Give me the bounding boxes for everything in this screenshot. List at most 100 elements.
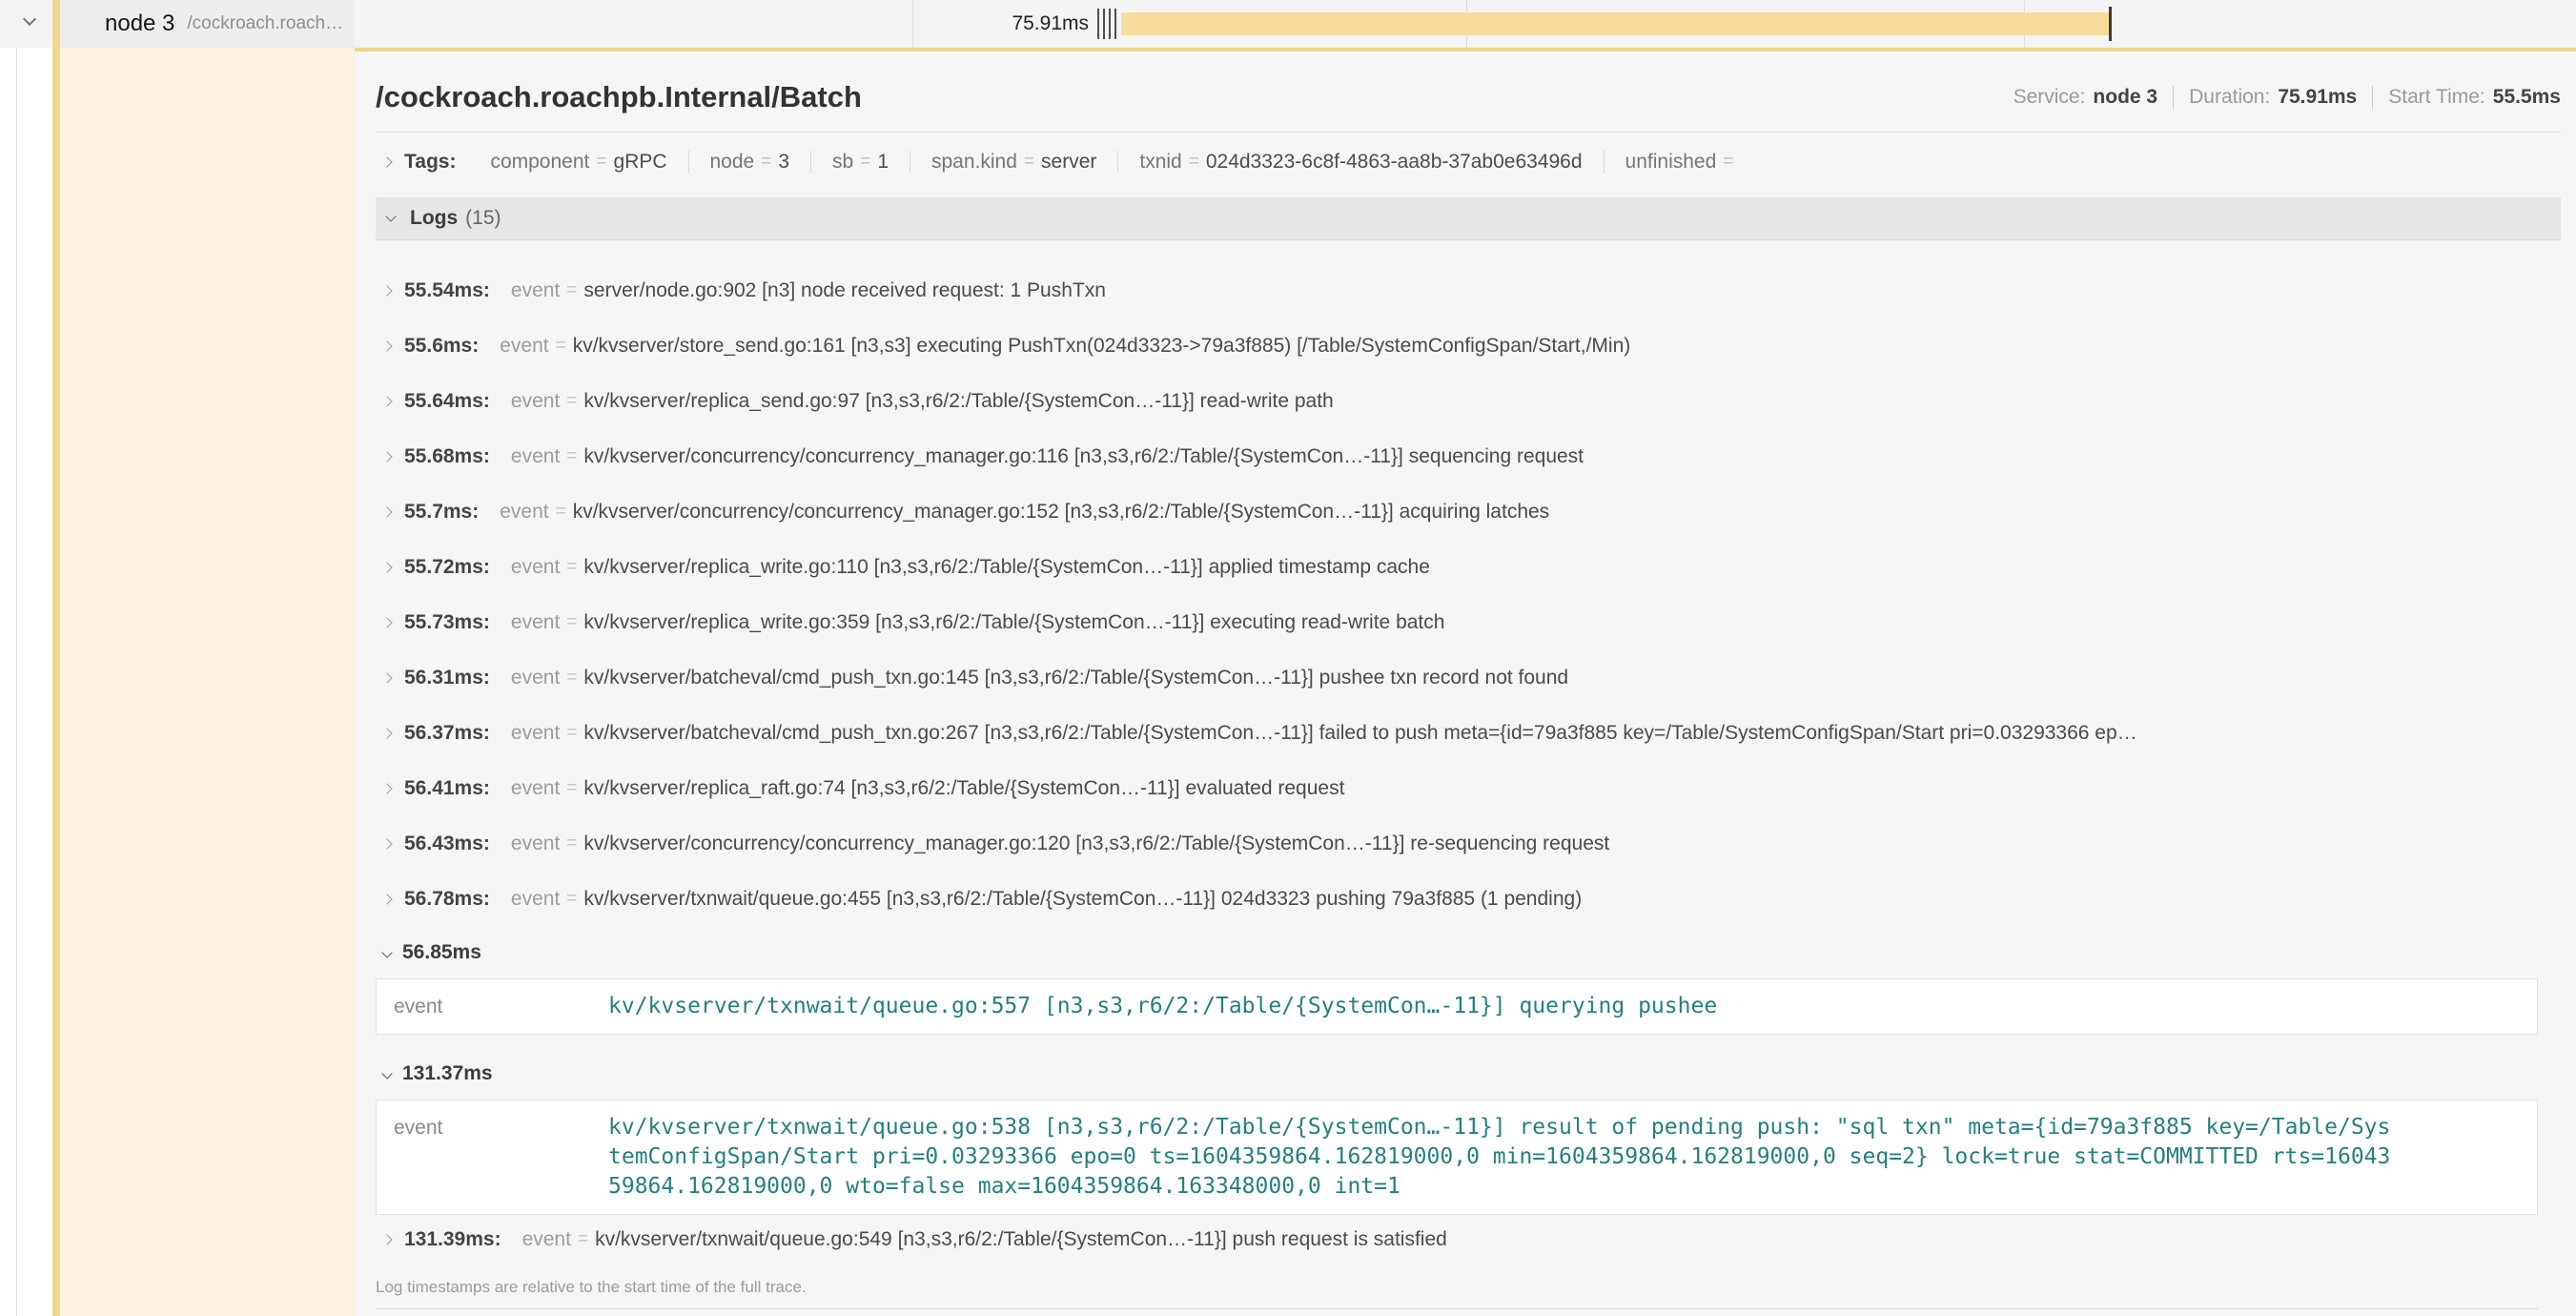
log-timestamp: 56.37ms: xyxy=(404,722,490,745)
log-value: server/node.go:902 [n3] node received re… xyxy=(583,279,1106,302)
log-field: event xyxy=(511,556,560,579)
log-value: kv/kvserver/replica_send.go:97 [n3,s3,r6… xyxy=(583,390,1333,413)
operation-name: /cockroach.roach… xyxy=(187,13,343,34)
log-entries-list: 55.54ms: event = server/node.go:902 [n3]… xyxy=(376,263,2561,1263)
span-duration-bar[interactable] xyxy=(1121,12,2110,35)
duration-value: 75.91ms xyxy=(2278,86,2357,109)
logs-count: (15) xyxy=(465,207,501,230)
service-value: node 3 xyxy=(2093,86,2157,109)
chevron-right-icon xyxy=(381,672,392,683)
header-divider xyxy=(376,132,2561,133)
chevron-right-icon xyxy=(381,396,392,406)
start-time-value: 55.5ms xyxy=(2493,86,2561,109)
tag-key: sb xyxy=(832,151,853,174)
meta-separator xyxy=(2372,86,2373,109)
log-value: kv/kvserver/batcheval/cmd_push_txn.go:26… xyxy=(583,722,2136,745)
tag-key: unfinished xyxy=(1625,151,1717,174)
start-time-label: Start Time: xyxy=(2388,86,2485,109)
log-field: event xyxy=(511,888,560,911)
log-detail-line: kv/kvserver/txnwait/queue.go:538 [n3,s3,… xyxy=(608,1113,2522,1142)
log-equals: = xyxy=(556,336,566,357)
log-row[interactable]: 55.73ms: event = kv/kvserver/replica_wri… xyxy=(376,595,2561,650)
log-field: event xyxy=(511,390,560,413)
log-row[interactable]: 56.43ms: event = kv/kvserver/concurrency… xyxy=(376,816,2561,872)
tag-equals: = xyxy=(860,152,870,173)
tag-span-kind: span.kind = server xyxy=(910,151,1117,174)
log-row[interactable]: 56.78ms: event = kv/kvserver/txnwait/que… xyxy=(376,872,2561,927)
log-timestamp: 55.73ms: xyxy=(404,611,490,634)
tag-sb: sb = 1 xyxy=(810,151,910,174)
span-name-cell[interactable]: node 3 /cockroach.roach… xyxy=(60,0,355,48)
log-timestamp: 56.78ms: xyxy=(404,888,490,911)
log-row[interactable]: 55.6ms: event = kv/kvserver/store_send.g… xyxy=(376,319,2561,374)
log-row[interactable]: 55.68ms: event = kv/kvserver/concurrency… xyxy=(376,429,2561,484)
tags-row[interactable]: Tags: component = gRPC node = 3 sb = 1 s… xyxy=(376,144,2561,180)
log-row[interactable]: 55.54ms: event = server/node.go:902 [n3]… xyxy=(376,263,2561,319)
log-row[interactable]: 55.72ms: event = kv/kvserver/replica_wri… xyxy=(376,540,2561,595)
span-name-column-spacer[interactable] xyxy=(60,48,355,1316)
log-field: event xyxy=(522,1228,571,1251)
log-field: event xyxy=(511,445,560,468)
log-timestamp: 55.7ms: xyxy=(404,501,479,524)
log-value: kv/kvserver/store_send.go:161 [n3,s3] ex… xyxy=(573,335,1631,358)
log-field: event xyxy=(511,279,560,302)
log-field: event xyxy=(511,611,560,634)
log-timestamp: 131.37ms xyxy=(402,1062,493,1085)
chevron-down-icon xyxy=(381,1068,392,1079)
log-equals: = xyxy=(556,502,566,523)
log-value: kv/kvserver/txnwait/queue.go:549 [n3,s3,… xyxy=(595,1228,1447,1251)
collapse-children-chevron-icon[interactable] xyxy=(23,12,36,26)
log-equals: = xyxy=(566,557,577,578)
log-equals: = xyxy=(566,723,577,744)
log-row-expanded-header[interactable]: 131.37ms xyxy=(376,1059,2561,1088)
log-equals: = xyxy=(578,1229,588,1250)
log-row[interactable]: 131.39ms: event = kv/kvserver/txnwait/qu… xyxy=(376,1217,2561,1263)
log-equals: = xyxy=(566,612,577,633)
log-row[interactable]: 56.41ms: event = kv/kvserver/replica_raf… xyxy=(376,761,2561,816)
log-row[interactable]: 56.37ms: event = kv/kvserver/batcheval/c… xyxy=(376,706,2561,761)
log-value: kv/kvserver/concurrency/concurrency_mana… xyxy=(583,445,1584,468)
span-indent-guide xyxy=(52,0,60,1316)
log-row[interactable]: 55.7ms: event = kv/kvserver/concurrency/… xyxy=(376,484,2561,540)
duration-label: Duration: xyxy=(2189,86,2270,109)
log-detail-box: event kv/kvserver/txnwait/queue.go:557 [… xyxy=(376,978,2538,1035)
log-field: event xyxy=(511,722,560,745)
chevron-right-icon xyxy=(381,506,392,517)
chevron-right-icon xyxy=(381,156,392,167)
tag-equals: = xyxy=(1024,152,1034,173)
log-value: kv/kvserver/txnwait/queue.go:455 [n3,s3,… xyxy=(583,888,1582,911)
log-row[interactable]: 55.64ms: event = kv/kvserver/replica_sen… xyxy=(376,374,2561,429)
log-equals: = xyxy=(566,280,577,301)
log-value: kv/kvserver/concurrency/concurrency_mana… xyxy=(573,501,1549,524)
chevron-right-icon xyxy=(381,562,392,572)
tag-value: 1 xyxy=(877,151,889,174)
tag-key: node xyxy=(710,151,755,174)
log-detail-box: event kv/kvserver/txnwait/queue.go:538 [… xyxy=(376,1100,2538,1215)
log-timestamp: 131.39ms: xyxy=(404,1228,501,1251)
logs-section-header[interactable]: Logs (15) xyxy=(376,197,2561,240)
log-value: kv/kvserver/concurrency/concurrency_mana… xyxy=(583,833,1609,855)
chevron-down-icon xyxy=(381,947,392,957)
log-timestamp: 55.72ms: xyxy=(404,556,490,579)
log-timestamp: 56.31ms: xyxy=(404,667,490,689)
log-detail-value: kv/kvserver/txnwait/queue.go:538 [n3,s3,… xyxy=(608,1113,2522,1202)
chevron-right-icon xyxy=(381,340,392,351)
tag-node: node = 3 xyxy=(688,151,811,174)
service-name: node 3 xyxy=(105,10,174,37)
log-row[interactable]: 56.31ms: event = kv/kvserver/batcheval/c… xyxy=(376,650,2561,706)
span-bar-end-marker xyxy=(2109,7,2112,41)
log-timestamp: 55.6ms: xyxy=(404,335,479,358)
log-equals: = xyxy=(566,391,577,412)
tag-key: component xyxy=(490,151,589,174)
log-field: event xyxy=(511,777,560,800)
log-value: kv/kvserver/replica_write.go:110 [n3,s3,… xyxy=(583,556,1430,579)
tag-component: component = gRPC xyxy=(469,151,687,174)
log-field: event xyxy=(394,1113,608,1202)
tag-equals: = xyxy=(596,152,606,173)
span-meta: Service: node 3 Duration: 75.91ms Start … xyxy=(2014,86,2561,109)
tag-value: server xyxy=(1041,151,1096,174)
tag-value: 024d3323-6c8f-4863-aa8b-37ab0e63496d xyxy=(1206,151,1583,174)
log-timestamp: 56.85ms xyxy=(402,941,481,964)
tag-equals: = xyxy=(1189,152,1199,173)
log-row-expanded-header[interactable]: 56.85ms xyxy=(376,938,2561,967)
